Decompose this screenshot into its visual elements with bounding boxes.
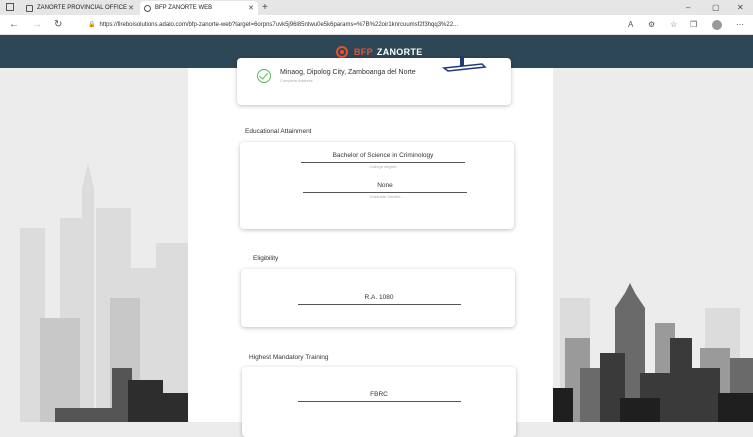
college-degree-value: Bachelor of Science in Criminology <box>332 152 434 159</box>
browser-address-bar: ← → ↻ 🔒 https://fireboisolutions.adalo.co… <box>0 15 753 35</box>
tab-label: BFP ZANORTE WEB <box>155 5 213 11</box>
college-degree-underline <box>301 162 465 163</box>
refresh-icon[interactable]: ↻ <box>54 15 62 35</box>
training-underline <box>298 401 461 402</box>
college-degree-caption: College degree <box>369 164 397 169</box>
check-circle-icon <box>257 69 271 83</box>
lock-icon: 🔒 <box>88 22 96 28</box>
url-text: https://fireboisolutions.adalo.com/bfp-z… <box>99 22 459 28</box>
page-icon <box>144 4 151 12</box>
tab-label: ZANORTE PROVINCIAL OFFICE <box>37 5 128 11</box>
tab-zanorte-provincial-office[interactable]: ZANORTE PROVINCIAL OFFICE ✕ <box>22 1 138 15</box>
minimize-button[interactable]: – <box>686 0 690 15</box>
training-card: FBRC <box>242 367 516 437</box>
address-caption: Complete Address <box>280 78 313 83</box>
close-icon[interactable]: ✕ <box>128 4 134 12</box>
graduate-studies-underline <box>303 192 467 193</box>
education-section-title: Educational Attainment <box>245 128 312 135</box>
close-icon[interactable]: ✕ <box>248 4 254 12</box>
address-value: Minaog, Dipolog City, Zamboanga del Nort… <box>280 69 416 76</box>
page-icon <box>26 4 33 12</box>
eligibility-underline <box>298 304 461 305</box>
browser-tab-strip: ZANORTE PROVINCIAL OFFICE ✕ BFP ZANORTE … <box>0 0 753 15</box>
extensions-icon[interactable]: ⚙ <box>648 15 655 35</box>
education-card: Bachelor of Science in Criminology Colle… <box>240 142 514 229</box>
more-icon[interactable]: ⋯ <box>736 15 744 35</box>
eligibility-card: R.A. 1080 <box>241 269 515 327</box>
eligibility-value: R.A. 1080 <box>364 294 394 301</box>
maximize-button[interactable]: ▢ <box>712 0 720 15</box>
brand-zanorte: ZANORTE <box>376 47 423 57</box>
training-section-title: Highest Mandatory Training <box>249 354 329 361</box>
close-window-button[interactable]: ✕ <box>737 0 744 15</box>
training-value: FBRC <box>370 391 388 398</box>
profile-details-panel: Minaog, Dipolog City, Zamboanga del Nort… <box>188 56 553 437</box>
eligibility-section-title: Eligibility <box>253 255 279 262</box>
url-field[interactable]: 🔒 https://fireboisolutions.adalo.com/bfp-… <box>88 19 618 31</box>
read-aloud-icon[interactable]: A <box>628 15 633 35</box>
tab-actions-icon[interactable] <box>6 3 14 11</box>
bfp-emblem-icon <box>336 46 348 58</box>
tab-bfp-zanorte-web[interactable]: BFP ZANORTE WEB ✕ <box>140 1 258 15</box>
back-icon[interactable]: ← <box>9 15 19 35</box>
graduate-studies-caption: Graduate Studies <box>369 194 401 199</box>
favorite-icon[interactable]: ☆ <box>670 15 677 35</box>
address-card: Minaog, Dipolog City, Zamboanga del Nort… <box>237 56 511 105</box>
brand-bfp: BFP <box>354 47 373 57</box>
new-tab-button[interactable]: + <box>262 0 268 15</box>
bfp-logo: BFP ZANORTE <box>336 46 423 58</box>
collections-icon[interactable]: ❒ <box>690 15 697 35</box>
graduate-studies-value: None <box>377 182 393 189</box>
forward-icon[interactable]: → <box>32 15 42 35</box>
profile-avatar[interactable] <box>712 20 722 30</box>
fire-truck-icon <box>442 56 487 72</box>
